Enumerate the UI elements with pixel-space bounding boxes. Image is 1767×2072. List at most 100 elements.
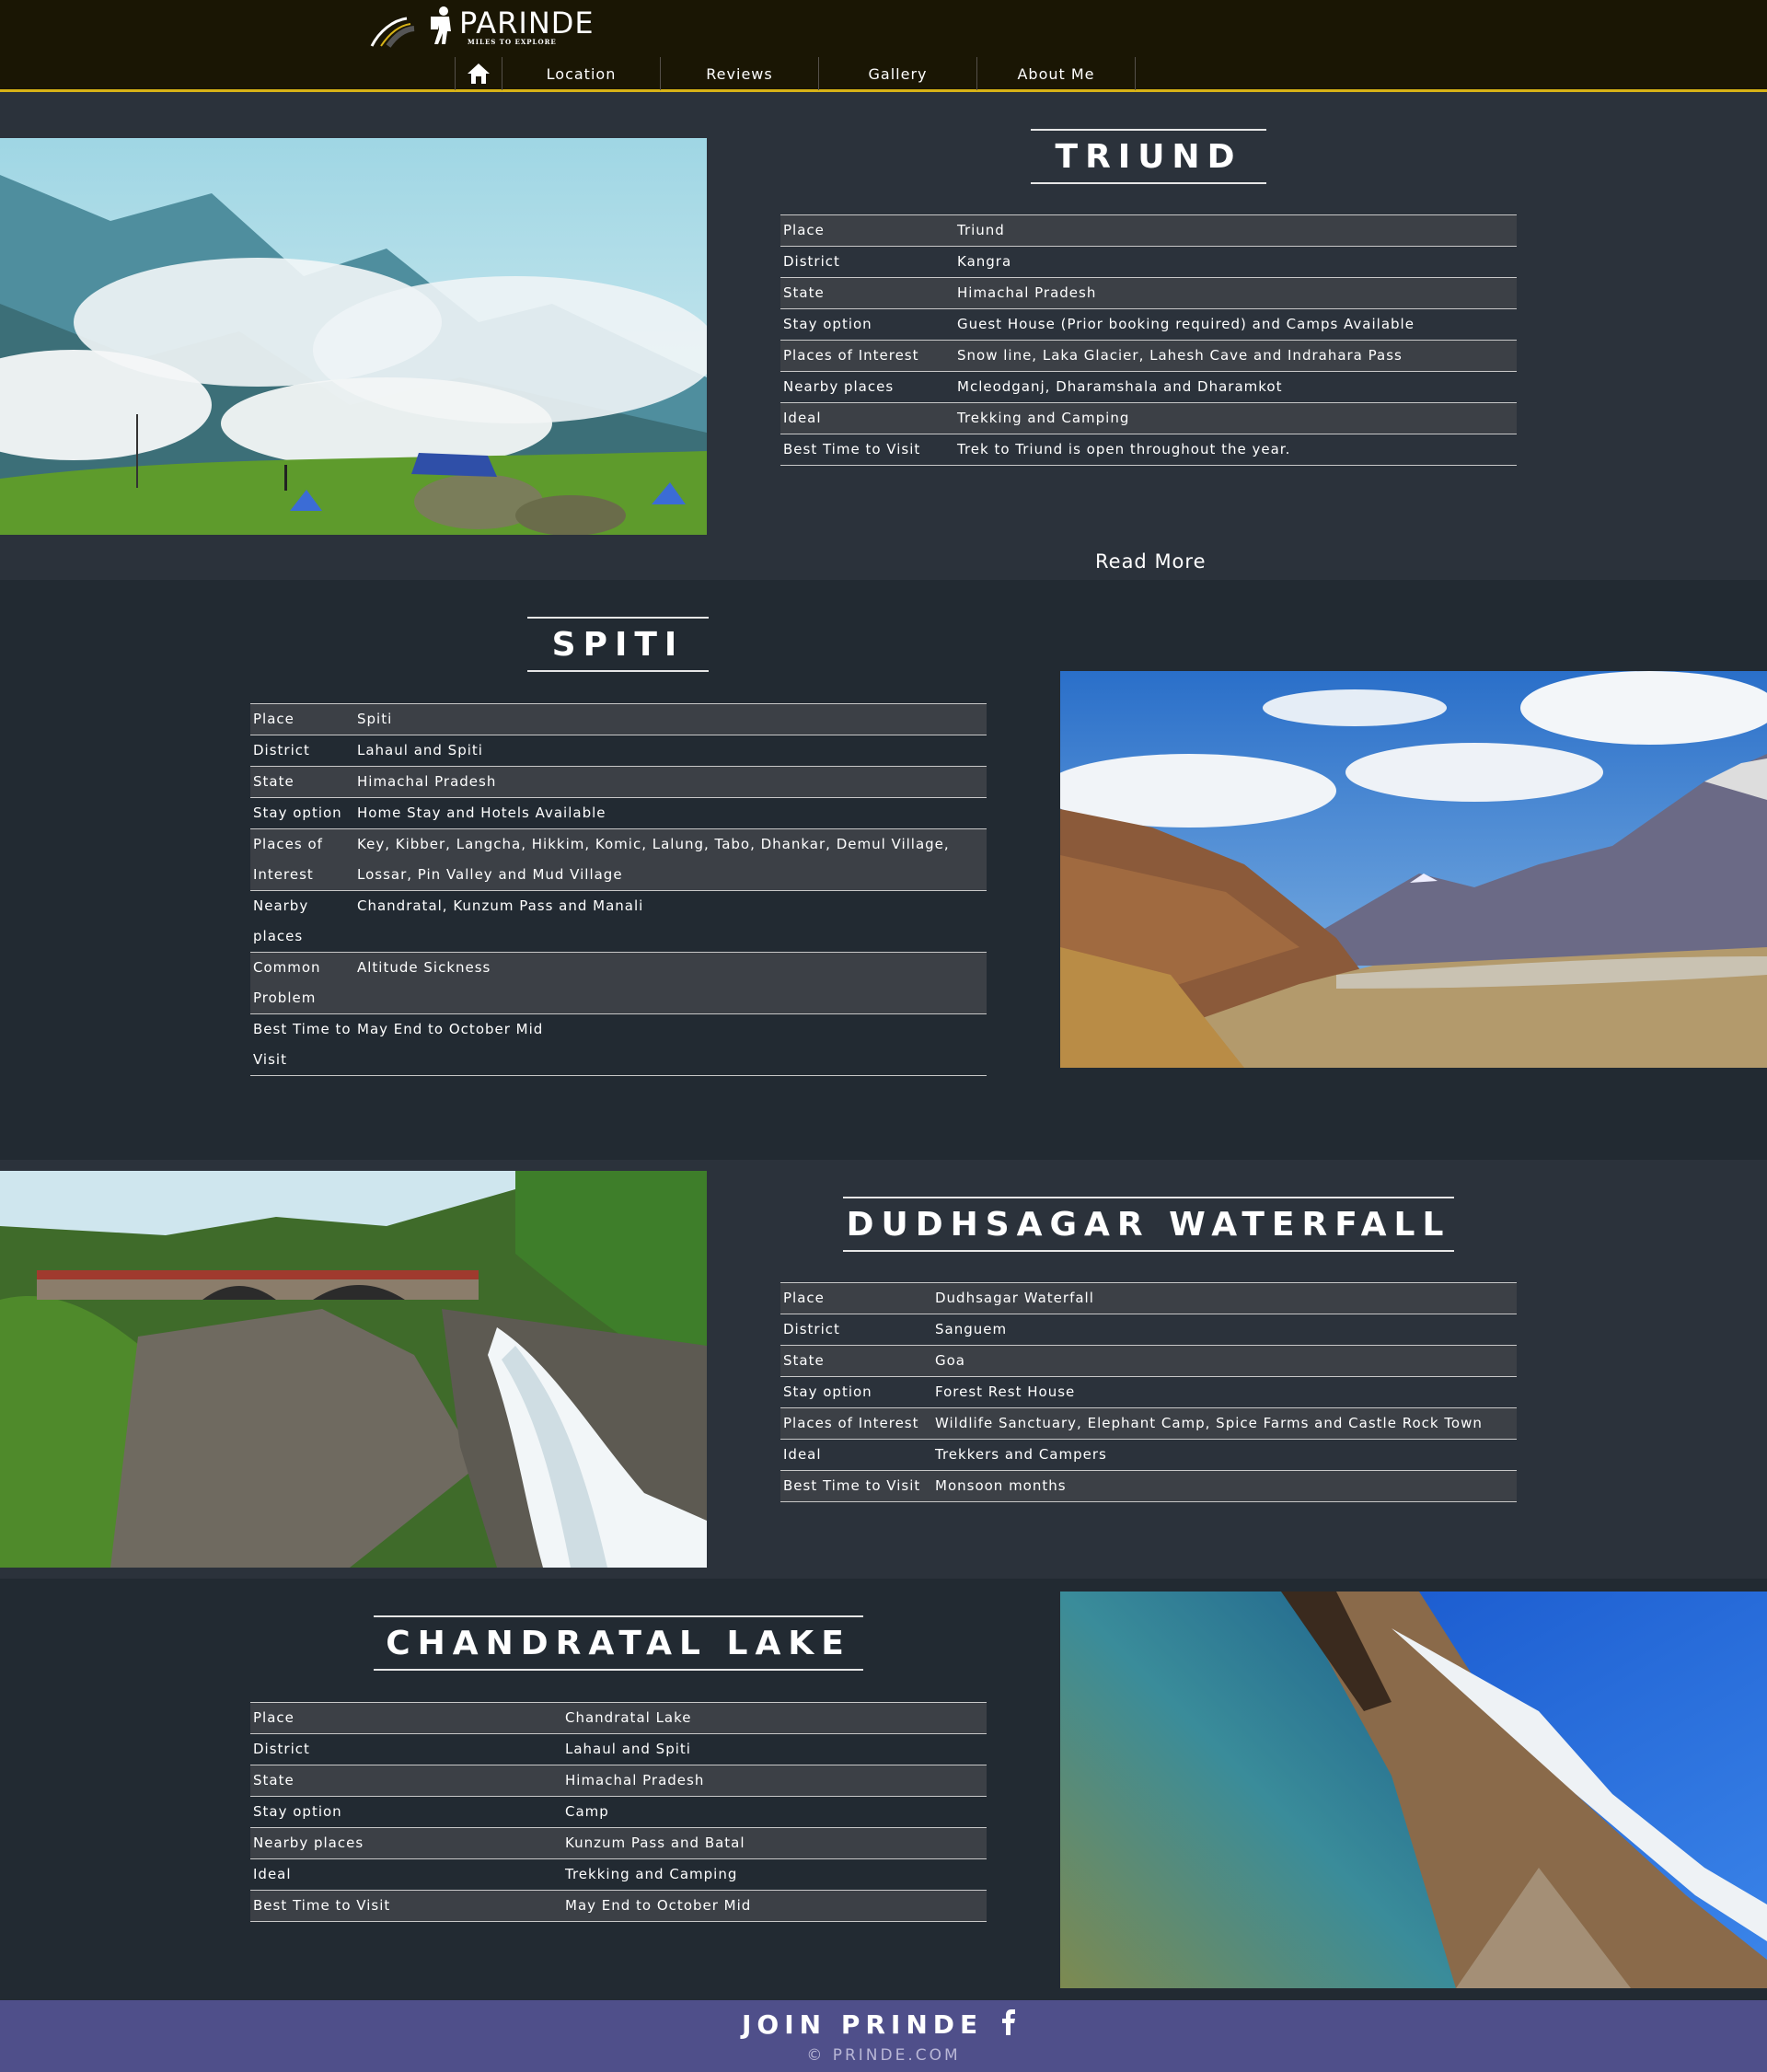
info-label: Nearby places bbox=[250, 890, 354, 953]
info-row: Places of Interest Snow line, Laka Glacie… bbox=[780, 340, 1517, 372]
info-row: Common Problem Altitude Sickness bbox=[250, 952, 987, 1014]
info-label: Places of Interest bbox=[780, 340, 954, 372]
info-row: Stay option Forest Rest House bbox=[780, 1376, 1517, 1408]
chandratal-info-table: Place Chandratal Lake District Lahaul and S… bbox=[250, 1702, 987, 1922]
read-more-link[interactable]: Read More bbox=[1095, 550, 1207, 573]
brand-name: PARINDE bbox=[459, 6, 595, 41]
copyright-text: © PRINDE.COM bbox=[806, 2046, 961, 2065]
dudhsagar-info-table: Place Dudhsagar Waterfall District Sanguem S… bbox=[780, 1282, 1517, 1502]
nav-gallery[interactable]: Gallery bbox=[819, 57, 977, 90]
info-value: Trekking and Camping bbox=[954, 402, 1517, 434]
info-row: District Kangra bbox=[780, 246, 1517, 278]
chandratal-title: CHANDRATAL LAKE bbox=[386, 1624, 851, 1662]
info-value: Chandratal, Kunzum Pass and Manali bbox=[354, 890, 987, 953]
dudhsagar-title-box: DUDHSAGAR WATERFALL bbox=[843, 1197, 1454, 1252]
triund-title: TRIUND bbox=[1055, 137, 1242, 176]
info-value: Lahaul and Spiti bbox=[562, 1733, 987, 1765]
info-row: Ideal Trekkers and Campers bbox=[780, 1439, 1517, 1471]
info-row: District Lahaul and Spiti bbox=[250, 735, 987, 767]
info-row: District Sanguem bbox=[780, 1314, 1517, 1346]
info-value: Himachal Pradesh bbox=[354, 766, 987, 798]
info-label: Ideal bbox=[780, 402, 954, 434]
info-value: Kangra bbox=[954, 246, 1517, 278]
info-label: District bbox=[780, 1314, 932, 1346]
info-value: Monsoon months bbox=[932, 1470, 1517, 1502]
triund-photo bbox=[0, 138, 707, 535]
info-value: Trekkers and Campers bbox=[932, 1439, 1517, 1471]
info-label: Stay option bbox=[780, 308, 954, 341]
info-row: Best Time to Visit May End to October Mid bbox=[250, 1013, 987, 1076]
info-value: Key, Kibber, Langcha, Hikkim, Komic, Lal… bbox=[354, 828, 987, 891]
info-value: Camp bbox=[562, 1796, 987, 1828]
site-footer: JOIN PRINDE © PRINDE.COM bbox=[0, 2000, 1767, 2072]
info-value: Home Stay and Hotels Available bbox=[354, 797, 987, 829]
info-label: State bbox=[780, 1345, 932, 1377]
triund-info-table: Place Triund District Kangra State Himachal P… bbox=[780, 214, 1517, 466]
info-value: Mcleodganj, Dharamshala and Dharamkot bbox=[954, 371, 1517, 403]
info-label: State bbox=[250, 766, 354, 798]
info-row: Ideal Trekking and Camping bbox=[780, 402, 1517, 434]
info-value: Dudhsagar Waterfall bbox=[932, 1282, 1517, 1314]
info-value: Triund bbox=[954, 214, 1517, 247]
chandratal-photo bbox=[1060, 1592, 1767, 1988]
info-label: Place bbox=[250, 703, 354, 735]
info-row: Place Triund bbox=[780, 214, 1517, 247]
info-label: Stay option bbox=[250, 797, 354, 829]
info-row: District Lahaul and Spiti bbox=[250, 1733, 987, 1765]
info-value: Wildlife Sanctuary, Elephant Camp, Spice… bbox=[932, 1407, 1517, 1440]
info-value: Chandratal Lake bbox=[562, 1702, 987, 1734]
site-header: PARINDE MILES TO EXPLORE Location Review… bbox=[0, 0, 1767, 92]
spiti-title: SPITI bbox=[551, 625, 685, 664]
triund-title-box: TRIUND bbox=[1031, 129, 1266, 184]
info-label: Stay option bbox=[780, 1376, 932, 1408]
info-row: Place Spiti bbox=[250, 703, 987, 735]
nav-home[interactable] bbox=[455, 57, 502, 90]
info-label: Common Problem bbox=[250, 952, 354, 1014]
info-row: Place Dudhsagar Waterfall bbox=[780, 1282, 1517, 1314]
nav-reviews[interactable]: Reviews bbox=[661, 57, 819, 90]
info-value: Trek to Triund is open throughout the ye… bbox=[954, 434, 1517, 466]
nav-about-me[interactable]: About Me bbox=[977, 57, 1136, 90]
home-icon bbox=[468, 64, 490, 84]
site-logo[interactable]: PARINDE MILES TO EXPLORE bbox=[370, 4, 594, 48]
spiti-info-table: Place Spiti District Lahaul and Spiti State H… bbox=[250, 703, 987, 1076]
brand-tagline: MILES TO EXPLORE bbox=[468, 38, 557, 46]
info-label: District bbox=[250, 1733, 562, 1765]
dudhsagar-title: DUDHSAGAR WATERFALL bbox=[846, 1205, 1451, 1244]
info-row: Nearby places Kunzum Pass and Batal bbox=[250, 1827, 987, 1859]
info-value: Guest House (Prior booking required) and… bbox=[954, 308, 1517, 341]
info-value: Snow line, Laka Glacier, Lahesh Cave and… bbox=[954, 340, 1517, 372]
info-value: Spiti bbox=[354, 703, 987, 735]
info-value: Forest Rest House bbox=[932, 1376, 1517, 1408]
info-value: May End to October Mid bbox=[354, 1013, 987, 1076]
info-value: Sanguem bbox=[932, 1314, 1517, 1346]
join-heading[interactable]: JOIN PRINDE bbox=[742, 2009, 983, 2040]
info-label: Best Time to Visit bbox=[780, 1470, 932, 1502]
info-row: Best Time to Visit Monsoon months bbox=[780, 1470, 1517, 1502]
info-label: Places of Interest bbox=[250, 828, 354, 891]
info-label: Ideal bbox=[250, 1858, 562, 1891]
info-row: Stay option Camp bbox=[250, 1796, 987, 1828]
info-label: Place bbox=[780, 214, 954, 247]
info-label: Nearby places bbox=[250, 1827, 562, 1859]
info-row: Places of Interest Key, Kibber, Langcha, … bbox=[250, 828, 987, 891]
info-label: Place bbox=[250, 1702, 562, 1734]
info-label: Stay option bbox=[250, 1796, 562, 1828]
nav-location[interactable]: Location bbox=[502, 57, 661, 90]
info-row: Places of Interest Wildlife Sanctuary, El… bbox=[780, 1407, 1517, 1440]
info-row: State Himachal Pradesh bbox=[780, 277, 1517, 309]
info-label: Nearby places bbox=[780, 371, 954, 403]
info-label: Places of Interest bbox=[780, 1407, 932, 1440]
info-label: District bbox=[250, 735, 354, 767]
info-value: Kunzum Pass and Batal bbox=[562, 1827, 987, 1859]
triund-section: TRIUND Place Triund District Kangra State Him… bbox=[0, 92, 1767, 580]
info-value: Trekking and Camping bbox=[562, 1858, 987, 1891]
info-label: District bbox=[780, 246, 954, 278]
info-row: Nearby places Chandratal, Kunzum Pass and… bbox=[250, 890, 987, 953]
info-row: Stay option Home Stay and Hotels Availabl… bbox=[250, 797, 987, 829]
info-label: State bbox=[780, 277, 954, 309]
info-value: Himachal Pradesh bbox=[562, 1765, 987, 1797]
facebook-icon[interactable] bbox=[999, 2008, 1017, 2035]
info-row: State Himachal Pradesh bbox=[250, 766, 987, 798]
info-row: State Goa bbox=[780, 1345, 1517, 1377]
